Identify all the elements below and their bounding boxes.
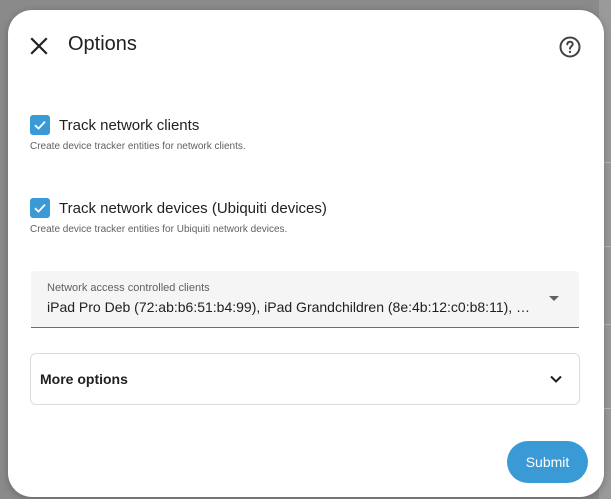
dialog-header: Options: [8, 10, 604, 80]
track-clients-label: Track network clients: [59, 116, 200, 134]
track-devices-checkbox[interactable]: [30, 198, 50, 218]
network-access-clients-select[interactable]: Network access controlled clients iPad P…: [31, 271, 579, 328]
track-devices-option[interactable]: Track network devices (Ubiquiti devices): [30, 198, 327, 218]
more-options-label: More options: [40, 371, 128, 387]
track-devices-helper: Create device tracker entities for Ubiqu…: [30, 224, 288, 235]
track-clients-option[interactable]: Track network clients: [30, 115, 199, 135]
close-icon: [30, 37, 48, 55]
dialog-title: Options: [68, 33, 137, 55]
check-icon: [34, 120, 46, 130]
track-clients-helper: Create device tracker entities for netwo…: [30, 141, 246, 152]
close-button[interactable]: [25, 32, 53, 60]
options-dialog: Options Track network clients Create dev…: [8, 10, 604, 497]
submit-button[interactable]: Submit: [507, 441, 588, 483]
check-icon: [34, 203, 46, 213]
help-button[interactable]: [557, 34, 583, 60]
help-circle-icon: [559, 36, 581, 58]
chevron-down-icon: [550, 375, 562, 383]
select-label: Network access controlled clients: [47, 282, 210, 294]
select-value: iPad Pro Deb (72:ab:b6:51:b4:99), iPad G…: [47, 299, 531, 315]
track-devices-label: Track network devices (Ubiquiti devices): [59, 199, 327, 217]
more-options-expander[interactable]: More options: [30, 353, 580, 405]
arrow-drop-down-icon: [549, 296, 559, 301]
track-clients-checkbox[interactable]: [30, 115, 50, 135]
